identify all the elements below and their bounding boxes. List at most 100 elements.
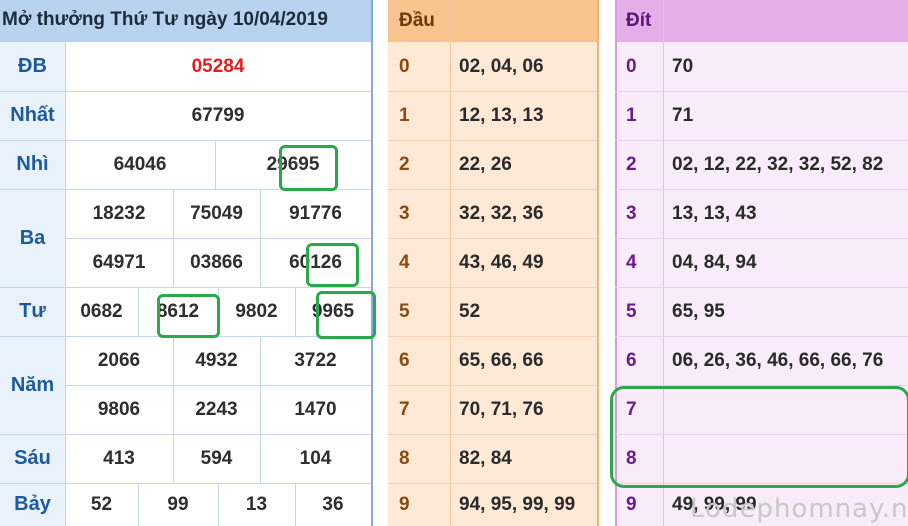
row-divider bbox=[388, 140, 597, 141]
dau-values: 22, 26 bbox=[459, 153, 512, 175]
grid-line bbox=[0, 140, 371, 141]
grid-line bbox=[260, 189, 261, 287]
grid-line bbox=[295, 287, 296, 336]
row-divider bbox=[388, 434, 597, 435]
third-prize-value: 91776 bbox=[289, 202, 342, 224]
row-divider bbox=[388, 336, 597, 337]
third-prize-value: 75049 bbox=[190, 202, 243, 224]
fifth-prize-value: 2243 bbox=[195, 398, 238, 420]
prize-label-tu: Tư bbox=[0, 287, 65, 336]
prize-label-db: ĐB bbox=[0, 42, 65, 91]
dit-header: Đít bbox=[615, 0, 908, 42]
dit-digit: 9 bbox=[626, 493, 637, 515]
fifth-prize-value: 9806 bbox=[97, 398, 141, 420]
highlight-box bbox=[316, 291, 376, 339]
dau-values: 32, 32, 36 bbox=[459, 202, 544, 224]
dau-values: 65, 66, 66 bbox=[459, 349, 544, 371]
grid-line bbox=[173, 189, 174, 287]
row-divider bbox=[615, 91, 908, 92]
row-divider bbox=[615, 287, 908, 288]
dau-digit: 8 bbox=[399, 447, 410, 469]
dit-digit: 1 bbox=[626, 104, 637, 126]
dau-digit: 5 bbox=[399, 300, 410, 322]
prize-label-nam: Năm bbox=[0, 336, 65, 434]
grid-line bbox=[65, 42, 66, 526]
dit-values: 04, 84, 94 bbox=[672, 251, 757, 273]
dau-digit: 6 bbox=[399, 349, 410, 371]
grid-line bbox=[0, 91, 371, 92]
dau-digit: 4 bbox=[399, 251, 410, 273]
fifth-prize-value: 4932 bbox=[195, 349, 238, 371]
dau-values: 70, 71, 76 bbox=[459, 398, 544, 420]
grid-line bbox=[65, 385, 371, 386]
seventh-prize-value: 52 bbox=[90, 493, 113, 515]
seventh-prize-value: 13 bbox=[245, 493, 268, 515]
row-divider bbox=[388, 483, 597, 484]
highlight-box bbox=[157, 294, 220, 338]
dau-values: 52 bbox=[459, 300, 481, 322]
prize-label-ba: Ba bbox=[0, 189, 65, 287]
dau-digit: 1 bbox=[399, 104, 410, 126]
first-prize-value: 67799 bbox=[191, 104, 245, 126]
dau-digit: 2 bbox=[399, 153, 410, 175]
dit-values: 70 bbox=[672, 55, 694, 77]
grid-line bbox=[173, 336, 174, 483]
dit-digit: 5 bbox=[626, 300, 637, 322]
grid-line bbox=[260, 336, 261, 483]
dau-values: 43, 46, 49 bbox=[459, 251, 544, 273]
dit-values: 65, 95 bbox=[672, 300, 725, 322]
row-divider bbox=[615, 140, 908, 141]
grid-line bbox=[218, 483, 219, 526]
dit-digit: 2 bbox=[626, 153, 637, 175]
grid-line bbox=[138, 483, 139, 526]
second-prize-value: 64046 bbox=[113, 153, 167, 175]
row-divider bbox=[615, 238, 908, 239]
row-divider bbox=[615, 336, 908, 337]
dau-table: Đầu 0 02, 04, 06 1 12, 13, 13 2 22, 26 3 32, 32… bbox=[388, 0, 599, 526]
dau-values: 12, 13, 13 bbox=[459, 104, 544, 126]
dau-values: 94, 95, 99, 99 bbox=[459, 493, 576, 515]
prize-label-nhat: Nhất bbox=[0, 91, 65, 140]
highlight-box bbox=[306, 243, 359, 287]
sixth-prize-value: 104 bbox=[299, 447, 332, 469]
dau-values: 02, 04, 06 bbox=[459, 55, 544, 77]
dit-digit: 3 bbox=[626, 202, 637, 224]
fifth-prize-value: 1470 bbox=[294, 398, 337, 420]
dau-values: 82, 84 bbox=[459, 447, 512, 469]
results-table: Mở thưởng Thứ Tư ngày 10/04/2019 ĐB Nhất… bbox=[0, 0, 376, 526]
fifth-prize-value: 3722 bbox=[294, 349, 337, 371]
grid-line bbox=[65, 238, 371, 239]
highlight-box bbox=[279, 145, 338, 191]
prize-label-bay: Bảy bbox=[0, 483, 65, 526]
row-divider bbox=[388, 91, 597, 92]
sixth-prize-value: 413 bbox=[103, 447, 135, 469]
row-divider bbox=[388, 287, 597, 288]
table-border bbox=[597, 0, 599, 526]
dit-values: 13, 13, 43 bbox=[672, 202, 757, 224]
table-border bbox=[371, 0, 373, 526]
seventh-prize-value: 36 bbox=[322, 493, 344, 515]
fifth-prize-value: 2066 bbox=[97, 349, 141, 371]
third-prize-value: 03866 bbox=[190, 251, 243, 273]
dit-values: 06, 26, 36, 46, 66, 66, 76 bbox=[672, 349, 884, 371]
third-prize-value: 64971 bbox=[92, 251, 146, 273]
grid-line bbox=[138, 287, 139, 336]
row-divider bbox=[615, 189, 908, 190]
sixth-prize-value: 594 bbox=[200, 447, 233, 469]
highlight-box bbox=[610, 386, 908, 488]
dit-digit: 0 bbox=[626, 55, 637, 77]
grid-line bbox=[0, 434, 371, 435]
grid-line bbox=[215, 140, 216, 189]
dau-digit: 7 bbox=[399, 398, 410, 420]
fourth-prize-value: 0682 bbox=[80, 300, 123, 322]
dau-digit: 0 bbox=[399, 55, 410, 77]
results-title: Mở thưởng Thứ Tư ngày 10/04/2019 bbox=[0, 0, 373, 42]
watermark-text: Lodephomnay.net bbox=[690, 494, 908, 524]
grid-line bbox=[295, 483, 296, 526]
row-divider bbox=[388, 385, 597, 386]
grid-line bbox=[0, 483, 371, 484]
special-prize-value: 05284 bbox=[191, 55, 245, 77]
seventh-prize-value: 99 bbox=[167, 493, 189, 515]
dit-values: 02, 12, 22, 32, 32, 52, 82 bbox=[672, 153, 884, 175]
prize-label-nhi: Nhì bbox=[0, 140, 65, 189]
